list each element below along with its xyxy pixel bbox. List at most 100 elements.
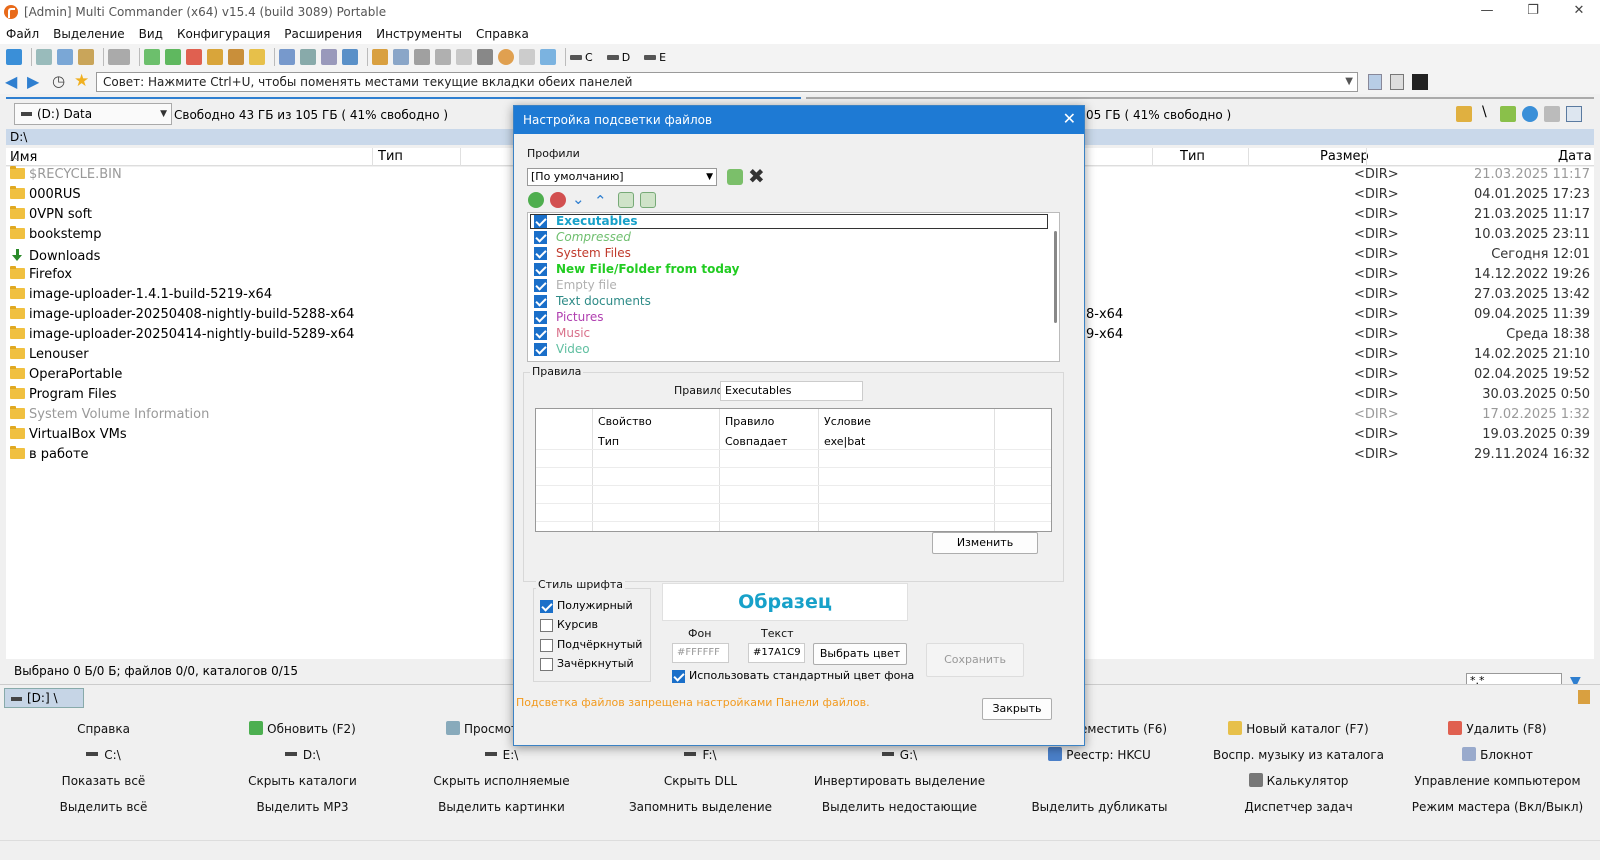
folder-icon[interactable] (249, 49, 265, 65)
list-item[interactable]: image-uploader-1.4.1-build-5219-x64 (10, 286, 272, 307)
select-pictures-button[interactable]: Выделить картинки (402, 794, 601, 820)
refresh-button[interactable]: Обновить (F2) (203, 716, 402, 742)
edit-file-icon[interactable] (321, 49, 337, 65)
checkbox[interactable] (540, 639, 553, 652)
menu-help[interactable]: Справка (476, 27, 529, 41)
parent-folder-icon[interactable] (1500, 106, 1516, 122)
list-item[interactable]: Firefox (10, 266, 72, 287)
list-item[interactable]: в работе (10, 446, 89, 467)
table-row[interactable]: <DIR> 19.03.2025 0:39 (1354, 427, 1590, 447)
edit-button[interactable]: Изменить (932, 532, 1038, 554)
list-item[interactable]: Video (532, 342, 1042, 358)
minimize-button[interactable]: — (1464, 0, 1510, 24)
copy-file-icon[interactable] (165, 49, 181, 65)
cell-rule[interactable]: Совпадает (725, 435, 787, 448)
menu-file[interactable]: Файл (6, 27, 39, 41)
list-item[interactable]: Lenouser (10, 346, 89, 367)
bookmark-icon[interactable] (1578, 690, 1590, 704)
paste-icon[interactable] (78, 49, 94, 65)
refresh-icon[interactable] (1522, 106, 1538, 122)
save-selection-button[interactable]: Запомнить выделение (601, 794, 800, 820)
menu-extensions[interactable]: Расширения (284, 27, 362, 41)
tool-icon-5[interactable] (477, 49, 493, 65)
delete-file-icon[interactable] (186, 49, 202, 65)
view-file-icon[interactable] (300, 49, 316, 65)
list-item[interactable]: image-uploader-20250414-nightly-build-52… (10, 326, 354, 347)
checkbox[interactable] (534, 343, 547, 356)
list-item[interactable]: System Volume Information (10, 406, 209, 427)
tool-icon-1[interactable] (393, 49, 409, 65)
table-row[interactable]: <DIR> 30.03.2025 0:50 (1354, 387, 1590, 407)
back-arrow-icon[interactable]: ◀ (5, 72, 17, 91)
computer-management-button[interactable]: Управление компьютером (1398, 768, 1597, 794)
master-mode-button[interactable]: Режим мастера (Вкл/Выкл) (1398, 794, 1597, 820)
search-icon[interactable] (342, 49, 358, 65)
add-profile-icon[interactable] (727, 169, 743, 185)
chevron-down-icon[interactable]: ▼ (1345, 73, 1353, 91)
column-size[interactable]: Размер (1320, 149, 1369, 164)
pick-color-button[interactable]: Выбрать цвет (813, 643, 907, 665)
drive-e-button[interactable]: E (644, 51, 666, 64)
hide-dll-button[interactable]: Скрыть DLL (601, 768, 800, 794)
layout-icon[interactable] (1368, 74, 1382, 90)
tool-icon-2[interactable] (414, 49, 430, 65)
table-row[interactable]: <DIR> 04.01.2025 17:23 (1354, 187, 1590, 207)
list-item[interactable]: Pictures (532, 310, 1042, 326)
extract-icon[interactable] (228, 49, 244, 65)
color-icon[interactable] (498, 49, 514, 65)
add-rule-icon[interactable] (528, 192, 544, 208)
hide-folders-button[interactable]: Скрыть каталоги (203, 768, 402, 794)
cut-icon[interactable] (36, 49, 52, 65)
left-drive-select[interactable]: (D:) Data ▼ (14, 103, 172, 125)
chat-icon[interactable] (519, 49, 535, 65)
highlight-rule-list[interactable]: Executables Compressed System Files New … (527, 212, 1060, 362)
tab-drive-d[interactable]: [D:] \ (4, 688, 84, 708)
delete-button[interactable]: Удалить (F8) (1398, 716, 1597, 742)
checkbox[interactable] (672, 670, 685, 683)
column-divider[interactable] (460, 148, 461, 166)
checkbox[interactable] (534, 263, 547, 276)
tool-icon-4[interactable] (456, 49, 472, 65)
checkbox[interactable] (540, 619, 553, 632)
checkbox[interactable] (534, 247, 547, 260)
select-mp3-button[interactable]: Выделить MP3 (203, 794, 402, 820)
checkbox[interactable] (534, 327, 547, 340)
table-row[interactable]: <DIR> 21.03.2025 11:17 (1354, 207, 1590, 227)
bg-color-field[interactable]: #FFFFFF (672, 643, 729, 663)
invert-selection-button[interactable]: Инвертировать выделение (800, 768, 999, 794)
list-item[interactable]: Text documents (532, 294, 1042, 310)
checkbox[interactable] (540, 600, 553, 613)
new-folder-button[interactable]: Новый каталог (F7) (1199, 716, 1398, 742)
table-row[interactable]: <DIR> 14.12.2022 19:26 (1354, 267, 1590, 287)
cell-property[interactable]: Тип (598, 435, 619, 448)
column-divider[interactable] (372, 148, 373, 166)
table-row[interactable]: <DIR> Сегодня 12:01 (1354, 247, 1590, 267)
forward-arrow-icon[interactable]: ▶ (27, 72, 39, 91)
list-item[interactable]: VirtualBox VMs (10, 426, 127, 447)
dialog-close-icon[interactable]: ✕ (1063, 110, 1076, 128)
move-down-icon[interactable]: ⌄ (572, 190, 585, 208)
checkbox[interactable] (534, 279, 547, 292)
panel-icon[interactable] (1390, 74, 1404, 90)
drive-d-button[interactable]: D (606, 51, 630, 64)
hint-bar[interactable]: Совет: Нажмите Ctrl+U, чтобы поменять ме… (96, 72, 1358, 92)
select-all-button[interactable]: Выделить всё (4, 794, 203, 820)
root-icon[interactable]: \ (1482, 104, 1487, 120)
calculator-button[interactable]: Калькулятор (1199, 768, 1398, 794)
list-item[interactable]: Empty file (532, 278, 1042, 294)
hide-executables-button[interactable]: Скрыть исполняемые (402, 768, 601, 794)
save-button[interactable]: Сохранить (926, 643, 1024, 677)
compare-icon[interactable] (279, 49, 295, 65)
checkbox[interactable] (534, 215, 547, 228)
menu-configuration[interactable]: Конфигурация (177, 27, 270, 41)
text-color-field[interactable]: #17A1C9 (748, 643, 805, 663)
task-manager-button[interactable]: Диспетчер задач (1199, 794, 1398, 820)
refresh-icon[interactable] (6, 49, 22, 65)
scrollbar-thumb[interactable] (1054, 231, 1057, 323)
drive-c-button[interactable]: C:\ (4, 742, 203, 768)
checkbox[interactable] (534, 311, 547, 324)
notepad-button[interactable]: Блокнот (1398, 742, 1597, 768)
close-button[interactable]: Закрыть (982, 698, 1052, 720)
table-row[interactable]: <DIR> 21.03.2025 11:17 (1354, 167, 1590, 187)
list-item[interactable]: Executables (532, 214, 1042, 230)
